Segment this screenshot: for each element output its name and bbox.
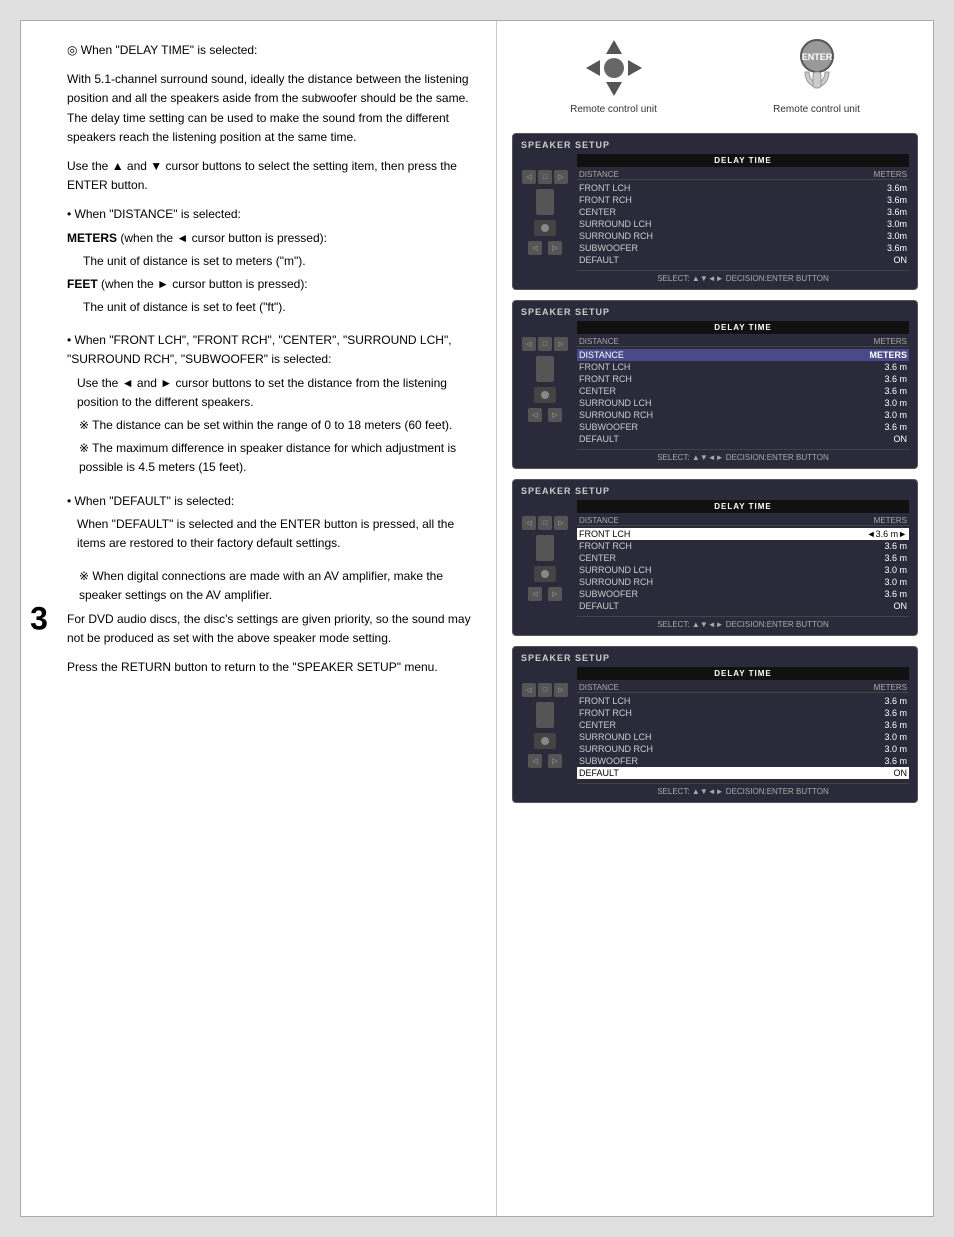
panel-3-row-5: SURROUND RCH3.0 m (577, 576, 909, 588)
panel-4-row-6: SUBWOOFER3.6 m (577, 755, 909, 767)
panel-2-icons: ◁□▷◁▷ (521, 321, 569, 462)
panel-1-row-3: CENTER3.6m (577, 206, 909, 218)
panel-2-row-4: CENTER3.6 m (577, 385, 909, 397)
panel-1-subtitle: DELAY TIME (577, 154, 909, 167)
panel-3-header-row: DISTANCEMETERS (577, 516, 909, 526)
bullet1-feet-desc: The unit of distance is set to feet ("ft… (67, 298, 476, 317)
bullet1-feet: FEET (when the ► cursor button is presse… (67, 275, 476, 294)
bullet3-title: • When "DEFAULT" is selected: (67, 492, 476, 511)
panel-3-row-6: SUBWOOFER3.6 m (577, 588, 909, 600)
panel-1-row-1: FRONT LCH3.6m (577, 182, 909, 194)
panel-2-row-1: DISTANCEMETERS (577, 349, 909, 361)
panel-4-row-4: SURROUND LCH3.0 m (577, 731, 909, 743)
panel-4-title: SPEAKER SETUP (521, 653, 909, 663)
intro-text: With 5.1-channel surround sound, ideally… (67, 70, 476, 147)
panel-1-header-row: DISTANCEMETERS (577, 170, 909, 180)
panel-1-icons: ◁□▷◁▷ (521, 154, 569, 283)
remote-label-1: Remote control unit (570, 104, 657, 115)
panel-3-row-3: CENTER3.6 m (577, 552, 909, 564)
panel-4-footer: SELECT: ▲▼◄► DECISION:ENTER BUTTON (577, 783, 909, 796)
step-number: 3 (30, 600, 48, 637)
meters-label: METERS (67, 231, 117, 245)
bottom-note1: When digital connections are made with a… (67, 567, 476, 605)
panel-2-row-2: FRONT LCH3.6 m (577, 361, 909, 373)
bullet2-note2: The maximum difference in speaker distan… (67, 439, 476, 477)
panel-3-subtitle: DELAY TIME (577, 500, 909, 513)
panel-4-row-5: SURROUND RCH3.0 m (577, 743, 909, 755)
panel-1-table: DELAY TIME DISTANCEMETERS FRONT LCH3.6mFRO… (577, 154, 909, 283)
panel-3-footer: SELECT: ▲▼◄► DECISION:ENTER BUTTON (577, 616, 909, 629)
panel-3-icons: ◁□▷◁▷ (521, 500, 569, 629)
left-column: ◎ When "DELAY TIME" is selected: With 5.… (57, 21, 497, 1216)
remote-controls-row: Remote control unit ENTER Remote control… (512, 36, 918, 115)
panel-4-table: DELAY TIME DISTANCEMETERS FRONT LCH3.6 mFR… (577, 667, 909, 796)
page-container: 3 ◎ When "DELAY TIME" is selected: With … (20, 20, 934, 1217)
panel-4-row-7: DEFAULTON (577, 767, 909, 779)
return-instruction: Press the RETURN button to return to the… (67, 658, 476, 677)
panel-1-title: SPEAKER SETUP (521, 140, 909, 150)
speaker-panel-3: SPEAKER SETUP ◁□▷◁▷ DELAY TIME DISTANCEMETE… (512, 479, 918, 636)
right-column: Remote control unit ENTER Remote control… (497, 21, 933, 1216)
panel-3-table: DELAY TIME DISTANCEMETERS FRONT LCH◄3.6 m►… (577, 500, 909, 629)
panel-2-row-5: SURROUND LCH3.0 m (577, 397, 909, 409)
bullet3-text: When "DEFAULT" is selected and the ENTER… (67, 515, 476, 553)
panel-2-subtitle: DELAY TIME (577, 321, 909, 334)
bullet2-note1: The distance can be set within the range… (67, 416, 476, 435)
panel-3-row-7: DEFAULTON (577, 600, 909, 612)
panels-container: SPEAKER SETUP ◁□▷◁▷ DELAY TIME DISTANCEMETE… (512, 133, 918, 803)
bullet1-title: • When "DISTANCE" is selected: (67, 205, 476, 224)
panel-2-row-7: SUBWOOFER3.6 m (577, 421, 909, 433)
cursor-instruction: Use the ▲ and ▼ cursor buttons to select… (67, 157, 476, 195)
panel-2-title: SPEAKER SETUP (521, 307, 909, 317)
panel-3-row-1: FRONT LCH◄3.6 m► (577, 528, 909, 540)
panel-1-row-5: SURROUND RCH3.0m (577, 230, 909, 242)
panel-4-header-row: DISTANCEMETERS (577, 683, 909, 693)
remote-label-2: Remote control unit (773, 104, 860, 115)
bullet1-meters-desc: The unit of distance is set to meters ("… (67, 252, 476, 271)
speaker-panel-1: SPEAKER SETUP ◁□▷◁▷ DELAY TIME DISTANCEMETE… (512, 133, 918, 290)
panel-1-row-4: SURROUND LCH3.0m (577, 218, 909, 230)
panel-1-row-7: DEFAULTON (577, 254, 909, 266)
panel-2-row-6: SURROUND RCH3.0 m (577, 409, 909, 421)
speaker-panel-2: SPEAKER SETUP ◁□▷◁▷ DELAY TIME DISTANCEMETE… (512, 300, 918, 469)
step-number-col: 3 (21, 21, 57, 1216)
panel-3-title: SPEAKER SETUP (521, 486, 909, 496)
panel-3-row-2: FRONT RCH3.6 m (577, 540, 909, 552)
svg-text:ENTER: ENTER (801, 52, 832, 62)
panel-2-footer: SELECT: ▲▼◄► DECISION:ENTER BUTTON (577, 449, 909, 462)
remote-dpad-item: Remote control unit (570, 36, 657, 115)
bullet-section-2: • When "FRONT LCH", "FRONT RCH", "CENTER… (67, 331, 476, 477)
panel-1-row-2: FRONT RCH3.6m (577, 194, 909, 206)
bullet1-meters: METERS (when the ◄ cursor button is pres… (67, 229, 476, 248)
bullet-section-1: • When "DISTANCE" is selected: METERS (w… (67, 205, 476, 317)
circle-note: ◎ When "DELAY TIME" is selected: (67, 41, 476, 60)
panel-3-row-4: SURROUND LCH3.0 m (577, 564, 909, 576)
dpad-icon (582, 36, 646, 100)
panel-2-row-8: DEFAULTON (577, 433, 909, 445)
panel-4-row-3: CENTER3.6 m (577, 719, 909, 731)
bullet-section-3: • When "DEFAULT" is selected: When "DEFA… (67, 492, 476, 554)
bullet2-text: Use the ◄ and ► cursor buttons to set th… (67, 374, 476, 412)
panel-2-header-row: DISTANCEMETERS (577, 337, 909, 347)
panel-4-icons: ◁□▷◁▷ (521, 667, 569, 796)
speaker-panel-4: SPEAKER SETUP ◁□▷◁▷ DELAY TIME DISTANCEMETE… (512, 646, 918, 803)
remote-enter-item: ENTER Remote control unit (773, 36, 860, 115)
bottom-note2: For DVD audio discs, the disc's settings… (67, 610, 476, 648)
feet-label: FEET (67, 277, 98, 291)
enter-button-icon: ENTER (785, 36, 849, 100)
panel-4-row-1: FRONT LCH3.6 m (577, 695, 909, 707)
panel-2-table: DELAY TIMEDISTANCEMETERSDISTANCEMETERSFR… (577, 321, 909, 462)
panel-2-row-3: FRONT RCH3.6 m (577, 373, 909, 385)
panel-4-row-2: FRONT RCH3.6 m (577, 707, 909, 719)
panel-4-subtitle: DELAY TIME (577, 667, 909, 680)
panel-1-row-6: SUBWOOFER3.6m (577, 242, 909, 254)
panel-1-footer: SELECT: ▲▼◄► DECISION:ENTER BUTTON (577, 270, 909, 283)
bullet2-title: • When "FRONT LCH", "FRONT RCH", "CENTER… (67, 331, 476, 369)
